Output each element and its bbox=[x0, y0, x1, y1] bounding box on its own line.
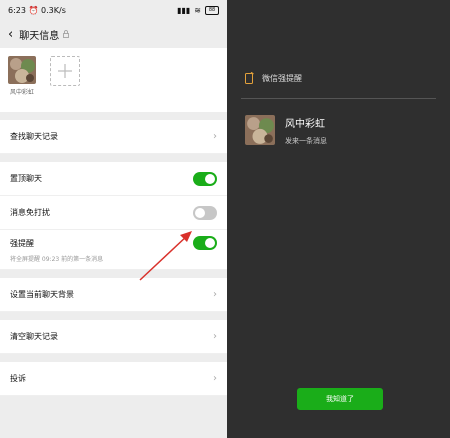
complain-label: 投诉 bbox=[10, 374, 26, 383]
annotation-arrow bbox=[139, 231, 192, 281]
member-name: 风中彩虹 bbox=[9, 89, 34, 96]
notification-body: 风中彩虹 发来一条消息 bbox=[245, 115, 327, 146]
strong-reminder-preview: 微信强提醒 风中彩虹 发来一条消息 我知道了 bbox=[227, 0, 450, 438]
add-member-button[interactable] bbox=[50, 56, 80, 86]
chevron-right-icon: › bbox=[213, 131, 217, 142]
clear-history-row[interactable]: 清空聊天记录 › bbox=[0, 320, 227, 354]
clear-history-label: 清空聊天记录 bbox=[10, 332, 58, 341]
set-background-label: 设置当前聊天背景 bbox=[10, 290, 74, 299]
strong-reminder-label: 强提醒 bbox=[10, 238, 34, 248]
phone-alert-icon bbox=[245, 72, 254, 84]
notification-header: 微信强提醒 bbox=[245, 72, 302, 84]
notification-message: 发来一条消息 bbox=[285, 137, 327, 145]
pin-chat-toggle[interactable] bbox=[193, 171, 217, 186]
pin-chat-label: 置顶聊天 bbox=[10, 174, 42, 183]
divider bbox=[241, 98, 436, 99]
back-arrow-icon[interactable]: ‹ bbox=[8, 27, 13, 42]
member-item[interactable]: 风中彩虹 bbox=[8, 56, 36, 112]
status-time: 6:23 bbox=[8, 5, 26, 15]
complain-row[interactable]: 投诉 › bbox=[0, 362, 227, 396]
pin-chat-row: 置顶聊天 bbox=[0, 162, 227, 196]
wifi-icon: ≋ bbox=[194, 5, 201, 15]
members-section: 风中彩虹 bbox=[0, 48, 227, 112]
notification-header-label: 微信强提醒 bbox=[262, 73, 302, 83]
chevron-right-icon: › bbox=[213, 331, 217, 342]
mute-label: 消息免打扰 bbox=[10, 208, 50, 217]
page-title: 聊天信息 bbox=[19, 30, 60, 42]
notification-sender: 风中彩虹 bbox=[285, 119, 325, 130]
got-it-button[interactable]: 我知道了 bbox=[297, 388, 383, 410]
battery-icon: 88 bbox=[205, 5, 219, 15]
signal-icon: ▮▮▮ bbox=[177, 5, 191, 15]
mute-toggle[interactable] bbox=[193, 205, 217, 220]
chat-info-panel: 6:23 ⏰ 0.3K/s ▮▮▮ ≋ 88 ‹ 聊天信息 风中彩虹 查找聊天记… bbox=[0, 0, 227, 438]
avatar bbox=[245, 115, 275, 145]
chevron-right-icon: › bbox=[213, 373, 217, 384]
network-speed: 0.3K/s bbox=[41, 5, 66, 15]
chevron-right-icon: › bbox=[213, 289, 217, 300]
search-history-row[interactable]: 查找聊天记录 › bbox=[0, 120, 227, 154]
lock-icon bbox=[63, 30, 70, 38]
plus-icon bbox=[58, 64, 72, 78]
avatar bbox=[8, 56, 36, 84]
nav-bar: ‹ 聊天信息 bbox=[0, 20, 227, 48]
search-history-label: 查找聊天记录 bbox=[10, 132, 58, 141]
status-bar: 6:23 ⏰ 0.3K/s ▮▮▮ ≋ 88 bbox=[0, 0, 227, 20]
alarm-icon: ⏰ bbox=[28, 5, 39, 15]
